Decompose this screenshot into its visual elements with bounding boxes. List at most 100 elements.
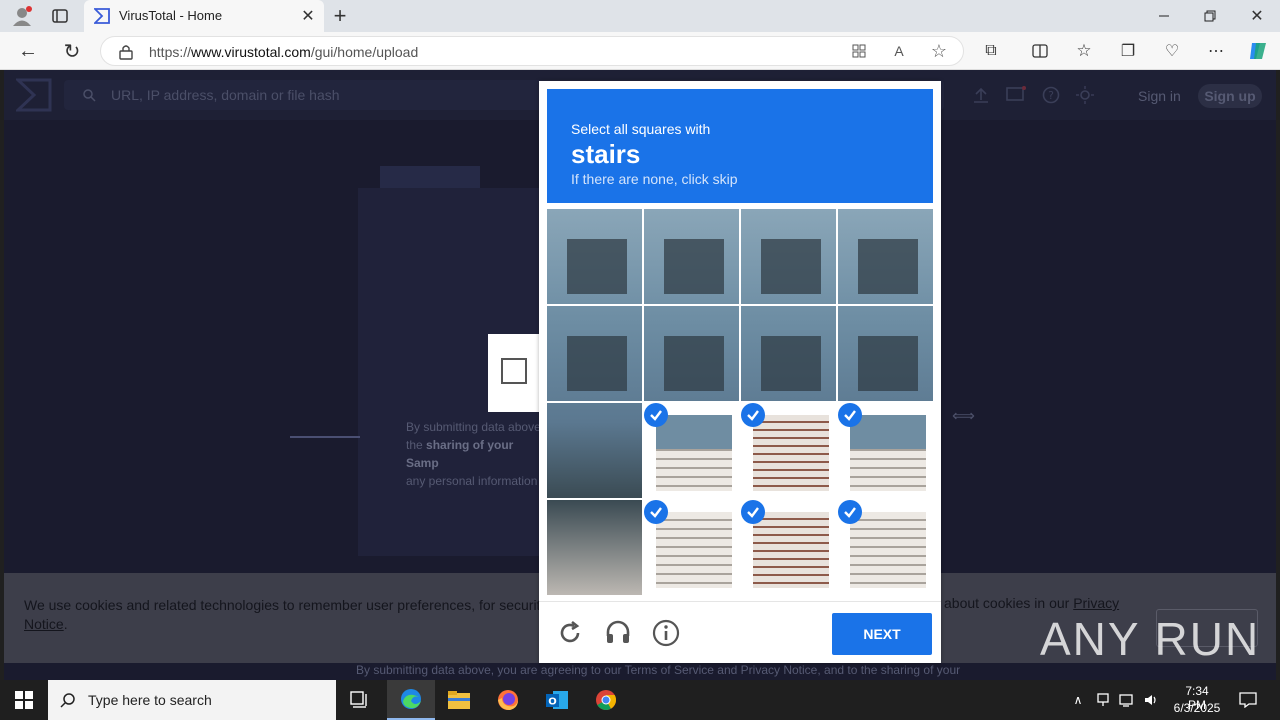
captcha-tile[interactable]: [644, 403, 739, 498]
help-icon[interactable]: ?: [1042, 86, 1060, 109]
notice-link[interactable]: Notice: [24, 616, 64, 632]
edge-taskbar-icon[interactable]: [387, 680, 435, 720]
chrome-icon[interactable]: [582, 680, 630, 720]
recaptcha-checkbox[interactable]: [501, 358, 527, 384]
captcha-tile[interactable]: [741, 500, 836, 595]
favorites-icon[interactable]: ☆: [1072, 39, 1096, 63]
captcha-tile[interactable]: [547, 403, 642, 498]
refresh-icon[interactable]: ↻: [60, 39, 84, 63]
captcha-tile[interactable]: [838, 403, 933, 498]
captcha-grid: [547, 209, 933, 595]
search-icon: [60, 692, 76, 713]
privacy-link[interactable]: Privacy: [1073, 595, 1119, 611]
more-menu-icon[interactable]: ⋯: [1204, 39, 1228, 63]
favorite-star-icon[interactable]: ☆: [927, 39, 951, 63]
app-available-icon[interactable]: [847, 39, 871, 63]
notification-center-icon[interactable]: [1236, 680, 1260, 720]
profile-icon[interactable]: [10, 4, 34, 28]
captcha-tile-image: [850, 415, 926, 491]
captcha-tile[interactable]: [741, 306, 836, 401]
task-view-icon[interactable]: [336, 680, 384, 720]
copilot-icon[interactable]: [1246, 39, 1270, 63]
url-text: https://www.virustotal.com/gui/home/uplo…: [149, 44, 419, 60]
notifications-icon[interactable]: [1006, 86, 1026, 109]
outlook-icon[interactable]: O: [533, 680, 581, 720]
search-icon: [82, 88, 96, 107]
captcha-tile-image: [664, 239, 724, 294]
captcha-tile[interactable]: [644, 500, 739, 595]
extensions-icon[interactable]: ⧉: [979, 39, 1003, 63]
captcha-tile[interactable]: [547, 500, 642, 595]
taskbar-search-input[interactable]: Type here to search: [48, 680, 336, 720]
captcha-tile-image: [761, 239, 821, 294]
close-tab-icon[interactable]: ✕: [296, 4, 320, 28]
tab-virustotal[interactable]: VirusTotal - Home ✕: [84, 0, 324, 32]
checkmark-icon: [838, 500, 862, 524]
address-bar[interactable]: https://www.virustotal.com/gui/home/uplo…: [100, 36, 964, 66]
reload-icon[interactable]: [555, 618, 585, 648]
captcha-target: stairs: [571, 139, 641, 169]
captcha-tile-image: [850, 512, 926, 588]
checkmark-icon: [644, 500, 668, 524]
anyrun-watermark: ANY RUN: [1040, 613, 1261, 665]
network-icon[interactable]: [1092, 680, 1114, 720]
file-explorer-icon[interactable]: [435, 680, 483, 720]
browser-tab-bar: VirusTotal - Home ✕ + ✕: [0, 0, 1280, 32]
clock-date[interactable]: 6/3/2025: [1168, 701, 1226, 715]
captcha-tile[interactable]: [644, 306, 739, 401]
read-aloud-icon[interactable]: A: [887, 39, 911, 63]
upload-icon[interactable]: [972, 86, 990, 109]
info-icon[interactable]: [651, 618, 681, 648]
captcha-footer: NEXT: [539, 601, 941, 663]
captcha-instruction: Select all squares with: [571, 121, 711, 137]
windows-start-icon[interactable]: [0, 680, 48, 720]
new-tab-icon[interactable]: +: [328, 3, 352, 28]
captcha-challenge: Select all squares with stairs If there …: [539, 81, 941, 663]
tab-actions-icon[interactable]: [48, 4, 72, 28]
back-icon[interactable]: ←: [16, 39, 40, 63]
audio-challenge-icon[interactable]: [603, 618, 633, 648]
captcha-tile-image: [753, 512, 829, 588]
restore-icon[interactable]: [1198, 4, 1222, 28]
captcha-tile[interactable]: [838, 209, 933, 304]
collections-icon[interactable]: ❐: [1116, 39, 1140, 63]
checkmark-icon: [741, 500, 765, 524]
captcha-tile-image: [753, 415, 829, 491]
sign-up-button[interactable]: Sign up: [1198, 84, 1262, 108]
firefox-icon[interactable]: [484, 680, 532, 720]
captcha-tile-image: [858, 239, 918, 294]
captcha-tile[interactable]: [838, 306, 933, 401]
captcha-tile[interactable]: [644, 209, 739, 304]
upload-disclaimer: By submitting data above, the sharing of…: [406, 420, 545, 488]
captcha-tile-image: [656, 512, 732, 588]
captcha-header: Select all squares with stairs If there …: [547, 89, 933, 203]
windows-taskbar: Type here to search O ∧ 7:34 PM 6/3/2025: [0, 680, 1280, 720]
show-hidden-icons[interactable]: ∧: [1066, 680, 1090, 720]
captcha-tile-image: [656, 415, 732, 491]
captcha-tile[interactable]: [838, 500, 933, 595]
tab-underline: [290, 436, 360, 438]
recaptcha-checkbox-frame: [488, 334, 540, 412]
captcha-tile[interactable]: [547, 209, 642, 304]
sign-in-link[interactable]: Sign in: [1138, 88, 1181, 104]
captcha-tile[interactable]: [547, 306, 642, 401]
checkmark-icon: [644, 403, 668, 427]
captcha-tile-image: [858, 336, 918, 391]
display-icon[interactable]: [1116, 680, 1138, 720]
svg-text:O: O: [548, 697, 557, 708]
bottom-disclaimer: By submitting data above, you are agreei…: [356, 663, 961, 677]
split-screen-icon[interactable]: [1028, 39, 1052, 63]
browser-essentials-icon[interactable]: ♡: [1160, 39, 1184, 63]
close-window-icon[interactable]: ✕: [1245, 4, 1269, 28]
virustotal-favicon-icon: [92, 8, 110, 29]
virustotal-logo-icon[interactable]: [14, 78, 52, 117]
minimize-icon[interactable]: [1152, 4, 1176, 28]
search-placeholder: URL, IP address, domain or file hash: [111, 87, 340, 103]
captcha-tile-image: [567, 239, 627, 294]
tab-title: VirusTotal - Home: [119, 8, 223, 23]
volume-icon[interactable]: [1140, 680, 1162, 720]
next-button[interactable]: NEXT: [832, 613, 932, 655]
theme-toggle-icon[interactable]: [1076, 86, 1094, 109]
captcha-tile[interactable]: [741, 209, 836, 304]
captcha-tile[interactable]: [741, 403, 836, 498]
